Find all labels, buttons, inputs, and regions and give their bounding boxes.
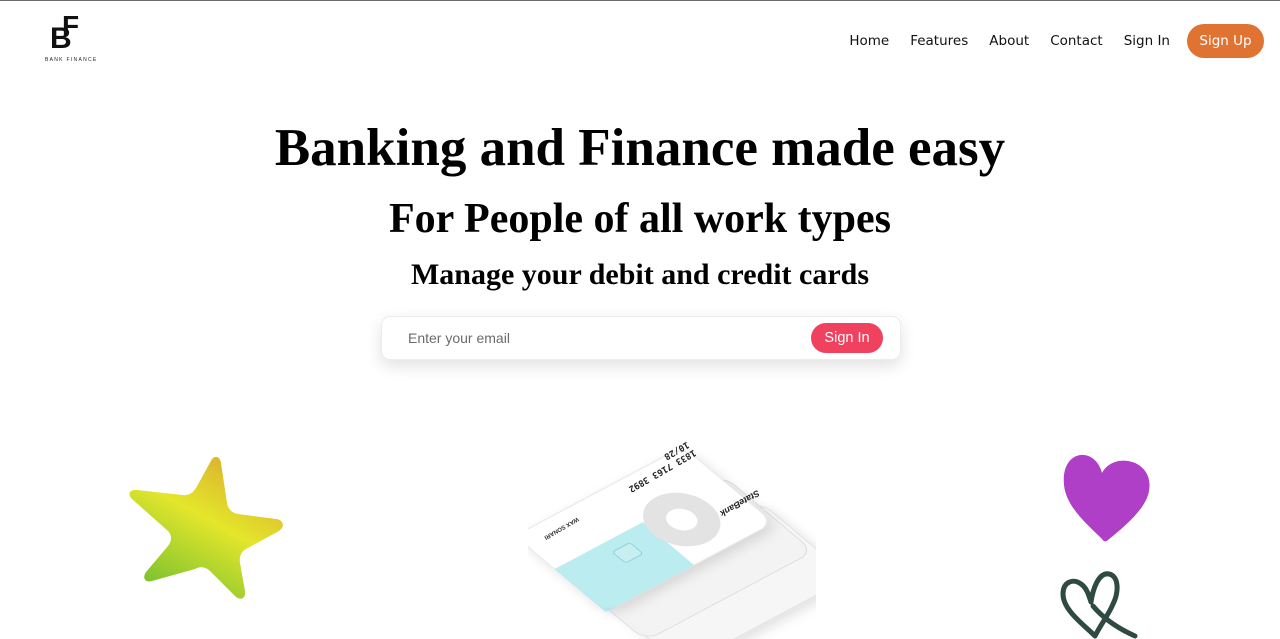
logo-subtext: BANK FINANCE [45, 57, 98, 63]
email-signin-form: Sign In [381, 316, 901, 360]
nav-about[interactable]: About [989, 33, 1029, 49]
star-icon [129, 456, 283, 599]
heart-icon [1063, 454, 1150, 542]
brand-logo[interactable]: F B BANK FINANCE [44, 12, 100, 65]
email-input[interactable] [406, 325, 800, 351]
main-nav: Home Features About Contact Sign In Sign… [828, 23, 1264, 59]
nav-sign-in[interactable]: Sign In [1124, 33, 1170, 49]
logo-letter-b: B [50, 22, 72, 55]
nav-features[interactable]: Features [910, 33, 968, 49]
hero-subtitle: For People of all work types [389, 196, 891, 242]
hero-title: Banking and Finance made easy [274, 119, 1006, 177]
nav-contact[interactable]: Contact [1050, 33, 1103, 49]
email-sign-in-button[interactable]: Sign In [811, 323, 883, 353]
hero-tagline: Manage your debit and credit cards [410, 258, 870, 291]
heart-outline-icon [1060, 571, 1138, 639]
bank-cards-illustration: StateBank 1833 7163 3892 10/28 WAX SONAR… [528, 439, 816, 639]
nav-home[interactable]: Home [849, 33, 889, 49]
sign-up-button[interactable]: Sign Up [1187, 24, 1264, 58]
